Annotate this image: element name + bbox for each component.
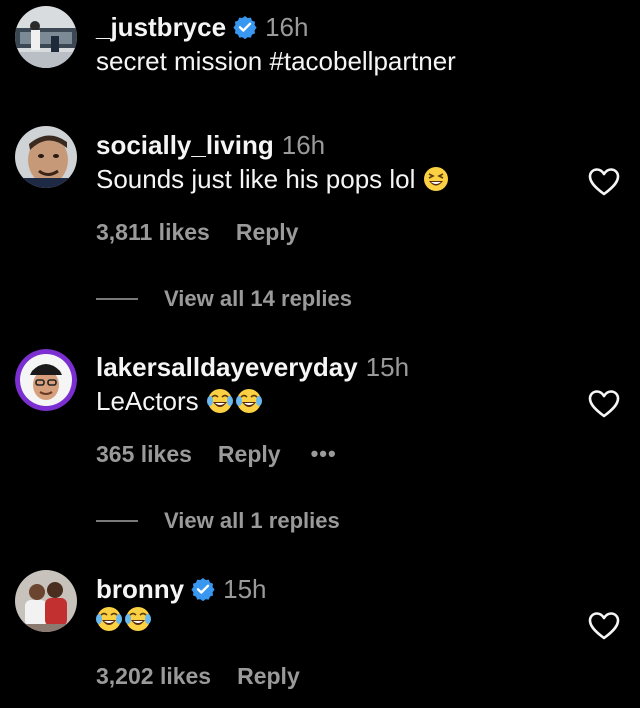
likes-count[interactable]: 365 likes (96, 440, 192, 468)
reply-button[interactable]: Reply (218, 440, 281, 468)
username[interactable]: bronny (96, 574, 184, 604)
comment-actions: 3,811 likes Reply (96, 218, 298, 246)
reply-button[interactable]: Reply (237, 662, 300, 690)
divider-line (96, 298, 138, 300)
view-replies-label: View all 14 replies (164, 286, 352, 311)
comment-text: secret mission #tacobellpartner (96, 46, 456, 76)
tears-of-joy-icon (96, 606, 122, 632)
more-options-button[interactable]: ••• (311, 440, 337, 468)
like-heart-icon[interactable] (588, 389, 620, 419)
reply-button[interactable]: Reply (236, 218, 299, 246)
comment: bronny 15h (96, 574, 640, 632)
comment-actions: 365 likes Reply ••• (96, 440, 337, 468)
like-heart-icon[interactable] (588, 611, 620, 641)
avatar[interactable] (15, 570, 77, 632)
view-replies-label: View all 1 replies (164, 508, 340, 533)
like-heart-icon[interactable] (588, 167, 620, 197)
comment: socially_living 16h Sounds just like his… (96, 130, 640, 196)
likes-count[interactable]: 3,811 likes (96, 218, 210, 246)
view-replies-button[interactable]: View all 14 replies (96, 285, 352, 313)
grinning-squinting-face-icon (423, 166, 449, 192)
tears-of-joy-icon (125, 606, 151, 632)
comment-text: LeActors (96, 386, 199, 416)
timestamp: 16h (281, 130, 326, 160)
username[interactable]: lakersalldayeveryday (96, 352, 358, 382)
avatar[interactable] (15, 349, 77, 411)
timestamp: 15h (223, 574, 267, 604)
likes-count[interactable]: 3,202 likes (96, 662, 211, 690)
comment-actions: 3,202 likes Reply (96, 662, 300, 690)
avatar[interactable] (15, 6, 77, 68)
avatar[interactable] (15, 126, 77, 188)
timestamp: 16h (265, 12, 309, 42)
verified-badge-icon (191, 577, 215, 602)
timestamp: 15h (365, 352, 410, 382)
divider-line (96, 520, 138, 522)
comment-text: Sounds just like his pops lol (96, 164, 416, 194)
tears-of-joy-icon (206, 388, 233, 414)
comment: lakersalldayeveryday 15h LeActors (96, 352, 640, 418)
comment: _justbryce 16h secret mission #tacobellp… (96, 12, 640, 78)
username[interactable]: _justbryce (96, 12, 226, 42)
verified-badge-icon (233, 15, 257, 40)
tears-of-joy-icon (235, 388, 262, 414)
view-replies-button[interactable]: View all 1 replies (96, 507, 340, 535)
username[interactable]: socially_living (96, 130, 274, 160)
